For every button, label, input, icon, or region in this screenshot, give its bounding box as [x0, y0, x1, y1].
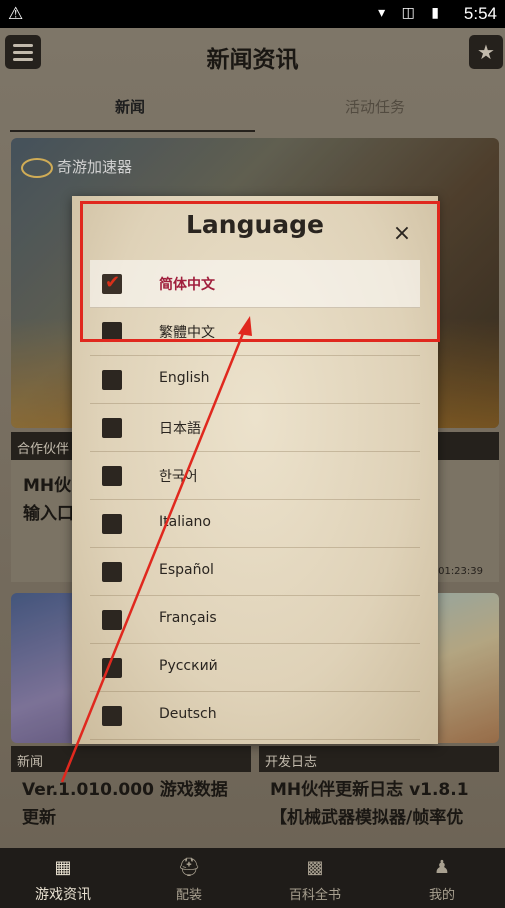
annotation-arrow: [60, 316, 252, 783]
